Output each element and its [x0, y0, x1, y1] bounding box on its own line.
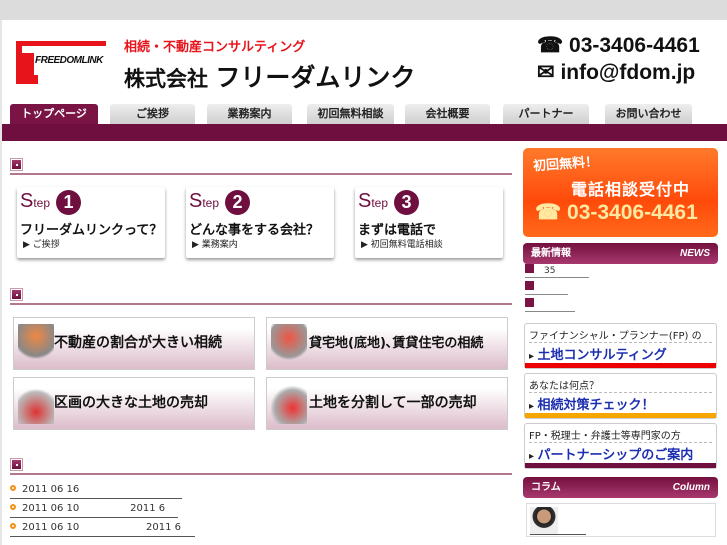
section-icon: [11, 289, 22, 300]
page: FREEDOMLINK 相続・不動産コンサルティング 株式会社 フリーダムリンク…: [0, 20, 727, 545]
sidebar-news-item[interactable]: 35: [525, 264, 589, 278]
news-header: 最新情報 NEWS: [523, 243, 718, 264]
section-divider: [10, 173, 512, 175]
step-number: 2: [225, 190, 250, 215]
tab-contact[interactable]: お問い合わせ: [605, 104, 692, 124]
sidebar-news-item[interactable]: [525, 298, 575, 312]
tab-greeting[interactable]: ご挨拶: [110, 104, 195, 124]
step-label: Step: [189, 190, 220, 212]
people-icon: [271, 384, 307, 424]
step-card-2[interactable]: Step 2 どんな事をする会社？ ▶ 業務案内: [186, 187, 334, 258]
bullet-icon: [525, 281, 534, 290]
figure-icon: [18, 384, 54, 424]
tab-top-page[interactable]: トップページ: [10, 104, 98, 125]
promo-line2: 電話相談受付中: [571, 180, 691, 199]
phone-icon: ☎: [537, 34, 564, 57]
step-card-3[interactable]: Step 3 まずは電話で ▶ 初回無料電話相談: [355, 187, 503, 258]
tab-free-consultation[interactable]: 初回無料相談: [307, 104, 394, 124]
step-title: まずは電話で: [358, 223, 437, 238]
bullet-icon: [10, 523, 16, 529]
phone-icon: ☎: [535, 201, 562, 224]
card-link[interactable]: パートナーシップのご案内: [529, 444, 694, 463]
step-label: Step: [358, 190, 389, 212]
section-divider: [10, 473, 512, 475]
mail-icon: ✉: [537, 61, 555, 84]
banner-real-estate-inheritance[interactable]: 不動産の割合が大きい相続: [13, 317, 255, 370]
tab-partner[interactable]: パートナー: [503, 104, 589, 124]
step-link[interactable]: ▶ 業務案内: [192, 237, 238, 250]
card-link[interactable]: 相続対策チェック！: [529, 394, 655, 413]
news-item[interactable]: 2011 06 10 2011 6: [10, 503, 178, 518]
bullet-icon: [10, 504, 16, 510]
step-number: 3: [394, 190, 419, 215]
free-consultation-banner[interactable]: 初回無料！ 電話相談受付中 ☎ 03-3406-4461: [523, 148, 718, 237]
phone-number: 03-3406-4461: [569, 34, 700, 57]
section-icon: [11, 159, 22, 170]
banner-partial-land-sale[interactable]: 土地を分割して一部の売却: [266, 377, 508, 430]
land-consulting-card[interactable]: ファイナンシャル・プランナー(FP) の土地コンサルティング: [524, 323, 717, 369]
house-icon: [271, 324, 307, 364]
banner-label: 区画の大きな土地の売却: [54, 395, 208, 411]
author-photo: [530, 507, 558, 534]
freedomlink-logo[interactable]: FREEDOMLINK: [16, 41, 106, 84]
banner-label: 不動産の割合が大きい相続: [54, 335, 222, 351]
banner-large-lot-sale[interactable]: 区画の大きな土地の売却: [13, 377, 255, 430]
step-label: Step: [20, 190, 51, 212]
promo-phone: 03-3406-4461: [567, 201, 698, 224]
step-link[interactable]: ▶ ご挨拶: [23, 237, 60, 250]
header-phone: ☎ 03-3406-4461: [537, 33, 700, 58]
bullet-icon: [10, 485, 16, 491]
house-carry-icon: [18, 324, 54, 364]
news-item[interactable]: 2011 06 10 2011 6: [10, 522, 195, 537]
card-link[interactable]: 土地コンサルティング: [529, 344, 667, 363]
partnership-card[interactable]: FP・税理士・弁護士等専門家の方パートナーシップのご案内: [524, 423, 717, 469]
promo-line1: 初回無料！: [532, 154, 599, 175]
inheritance-check-card[interactable]: あなたは何点？相続対策チェック！: [524, 373, 717, 419]
email-address: info@fdom.jp: [560, 61, 696, 84]
main-nav: トップページ ご挨拶 業務案内 初回無料相談 会社概要 パートナー お問い合わせ: [2, 104, 727, 125]
company-name-text: フリーダムリンク: [215, 63, 416, 92]
logo-text: FREEDOMLINK: [35, 55, 103, 66]
banner-label: 貸宅地(底地)､賃貸住宅の相続: [309, 336, 484, 351]
step-title: フリーダムリンクって？: [20, 223, 163, 238]
news-item[interactable]: 2011 06 16: [10, 484, 182, 499]
banner-label: 土地を分割して一部の売却: [309, 395, 477, 411]
step-link[interactable]: ▶ 初回無料電話相談: [361, 237, 443, 250]
bullet-icon: [525, 264, 534, 273]
section-icon: [11, 459, 22, 470]
company-name: 株式会社 フリーダムリンク: [124, 58, 415, 94]
column-header: コラム Column: [523, 477, 718, 498]
column-card[interactable]: [526, 503, 716, 537]
section-divider: [10, 303, 512, 305]
bullet-icon: [525, 298, 534, 307]
step-title: どんな事をする会社？: [189, 223, 320, 238]
banner-leased-land[interactable]: 貸宅地(底地)､賃貸住宅の相続: [266, 317, 508, 370]
step-card-1[interactable]: Step 1 フリーダムリンクって？ ▶ ご挨拶: [17, 187, 165, 258]
header-email[interactable]: ✉ info@fdom.jp: [537, 60, 695, 85]
tagline: 相続・不動産コンサルティング: [124, 40, 306, 55]
tab-company[interactable]: 会社概要: [405, 104, 490, 124]
company-prefix: 株式会社: [124, 67, 208, 91]
tab-services[interactable]: 業務案内: [207, 104, 292, 124]
sidebar-news-item[interactable]: [525, 281, 568, 295]
nav-bar: [2, 124, 727, 141]
step-number: 1: [56, 190, 81, 215]
column-link-underline: [530, 534, 586, 535]
